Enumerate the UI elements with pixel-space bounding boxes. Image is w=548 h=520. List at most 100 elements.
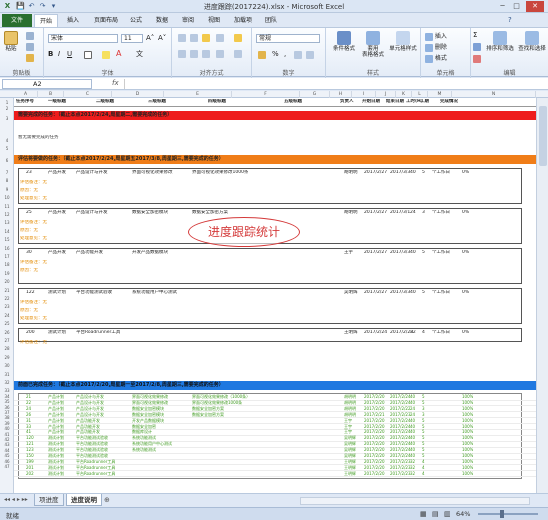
task-end[interactable]: 2017/3/3 (390, 170, 410, 176)
completed-id[interactable]: 22 (26, 400, 31, 405)
completed-owner[interactable]: 吴明辉 (344, 435, 356, 440)
task-dur[interactable]: 个工作日 (432, 210, 450, 216)
completed-end[interactable]: 2017/2/24 (390, 453, 411, 458)
name-box[interactable]: A2 (2, 79, 92, 89)
completed-pct[interactable]: 100% (462, 435, 473, 440)
column-header[interactable]: K (396, 91, 412, 98)
completed-days[interactable]: 5 (422, 435, 425, 440)
completed-owner[interactable]: 王宇 (344, 418, 352, 423)
task-pct[interactable]: 0% (462, 170, 469, 176)
header-cell[interactable]: 负责人 (340, 99, 354, 105)
completed-start[interactable]: 2017/2/21 (364, 412, 385, 417)
format-as-table-button[interactable]: 套用 表格格式 (360, 31, 386, 58)
font-size-select[interactable]: 11 (121, 34, 143, 43)
task-hours[interactable]: 40 (410, 290, 416, 296)
zoom-level[interactable]: 64% (456, 510, 470, 518)
completed-end[interactable]: 2017/2/23 (390, 412, 411, 417)
formula-input[interactable] (124, 79, 544, 89)
completed-l3[interactable]: 系统功能测试 (132, 447, 156, 452)
completed-end[interactable]: 2017/2/24 (390, 447, 411, 452)
sheet-tab-notes[interactable]: 进度说明 (66, 494, 102, 506)
completed-hours[interactable]: 40 (410, 424, 415, 429)
completed-end[interactable]: 2017/2/24 (390, 435, 411, 440)
completed-l4[interactable]: 界面可视化效果修改（1000条） (192, 394, 250, 399)
completed-days[interactable]: 4 (422, 459, 425, 464)
task-l4[interactable]: 界面可视化效果修改1000条 (192, 170, 248, 176)
task-days[interactable]: 3 (422, 210, 425, 216)
task-start[interactable]: 2017/2/27 (364, 170, 387, 176)
fill-color-icon[interactable] (102, 51, 110, 59)
insert-cells-button[interactable]: 插入 (425, 31, 447, 41)
wrap-text-icon[interactable] (234, 34, 242, 42)
task-l2[interactable]: 产品功能开发 (76, 250, 103, 256)
completed-hours[interactable]: 32 (410, 465, 415, 470)
new-sheet-icon[interactable]: ⊕ (104, 496, 110, 504)
completed-id[interactable]: 24 (26, 406, 31, 411)
tab-home[interactable]: 开始 (34, 14, 59, 27)
task-dur[interactable]: 个工作日 (432, 250, 450, 256)
completed-start[interactable]: 2017/2/20 (364, 471, 385, 476)
completed-l1[interactable]: 测试计划 (48, 447, 64, 452)
completed-pct[interactable]: 100% (462, 394, 473, 399)
completed-hours[interactable]: 40 (410, 441, 415, 446)
task-start[interactable]: 2017/2/27 (364, 290, 387, 296)
completed-start[interactable]: 2017/2/20 (364, 459, 385, 464)
completed-l2[interactable]: 产品设计与开发 (76, 406, 104, 411)
grow-font-icon[interactable]: A˄ (146, 34, 154, 42)
task-l3[interactable]: 数据安全加密模块 (132, 210, 168, 216)
task-owner[interactable]: 王宇 (344, 250, 353, 256)
zoom-slider[interactable] (478, 513, 538, 515)
completed-days[interactable]: 5 (422, 447, 425, 452)
tab-page-layout[interactable]: 页面布局 (89, 14, 123, 27)
completed-start[interactable]: 2017/2/20 (364, 394, 385, 399)
completed-id[interactable]: 26 (26, 412, 31, 417)
column-header[interactable]: N (452, 91, 536, 98)
phonetic-icon[interactable]: 文 (136, 49, 143, 59)
cut-icon[interactable] (26, 32, 34, 40)
column-header[interactable]: M (428, 91, 452, 98)
completed-end[interactable]: 2017/2/24 (390, 400, 411, 405)
task-dur[interactable]: 个工作日 (432, 290, 450, 296)
header-cell[interactable]: 结束日期 (386, 99, 404, 105)
completed-id[interactable]: 123 (26, 447, 34, 452)
task-hours[interactable]: 40 (410, 250, 416, 256)
task-days[interactable]: 5 (422, 170, 425, 176)
copy-icon[interactable] (26, 43, 34, 51)
completed-l1[interactable]: 测试计划 (48, 471, 64, 476)
completed-id[interactable]: 199 (26, 459, 34, 464)
column-header[interactable]: L (412, 91, 428, 98)
completed-days[interactable]: 3 (422, 412, 425, 417)
completed-l2[interactable]: 产品功能开发 (76, 418, 100, 423)
completed-l1[interactable]: 产品计划 (48, 400, 64, 405)
completed-hours[interactable]: 40 (410, 429, 415, 434)
sheet-tab-progress[interactable]: 项进度 (34, 494, 64, 506)
completed-pct[interactable]: 100% (462, 429, 473, 434)
completed-end[interactable]: 2017/2/24 (390, 394, 411, 399)
completed-id[interactable]: 21 (26, 394, 31, 399)
borders-icon[interactable] (84, 51, 92, 59)
completed-pct[interactable]: 100% (462, 453, 473, 458)
header-cell[interactable]: 一级标题 (48, 99, 66, 105)
header-cell[interactable]: 开始日期 (362, 99, 380, 105)
task-id[interactable]: 200 (26, 330, 35, 336)
task-dur[interactable]: 个工作日 (432, 330, 450, 336)
task-l1[interactable]: 测试计划 (48, 330, 66, 336)
task-hours[interactable]: 40 (410, 170, 416, 176)
completed-l3[interactable]: 数据安全加密模块 (132, 406, 164, 411)
completed-pct[interactable]: 100% (462, 412, 473, 417)
completed-hours[interactable]: 40 (410, 394, 415, 399)
header-cell[interactable]: 四级标题 (208, 99, 226, 105)
completed-owner[interactable]: 王明辉 (344, 459, 356, 464)
completed-start[interactable]: 2017/2/20 (364, 435, 385, 440)
completed-l1[interactable]: 产品计划 (48, 412, 64, 417)
header-cell[interactable]: 二级标题 (96, 99, 114, 105)
completed-start[interactable]: 2017/2/20 (364, 406, 385, 411)
completed-start[interactable]: 2017/2/20 (364, 453, 385, 458)
completed-l1[interactable]: 产品计划 (48, 429, 64, 434)
completed-l2[interactable]: 平台功能测试验收 (76, 441, 108, 446)
task-l3[interactable]: 系统功能用户中心测试 (132, 290, 177, 296)
completed-hours[interactable]: 40 (410, 418, 415, 423)
autosum-icon[interactable]: Σ (473, 31, 477, 39)
completed-owner[interactable]: 胡明明 (344, 412, 356, 417)
task-end[interactable]: 2017/3/3 (390, 290, 410, 296)
